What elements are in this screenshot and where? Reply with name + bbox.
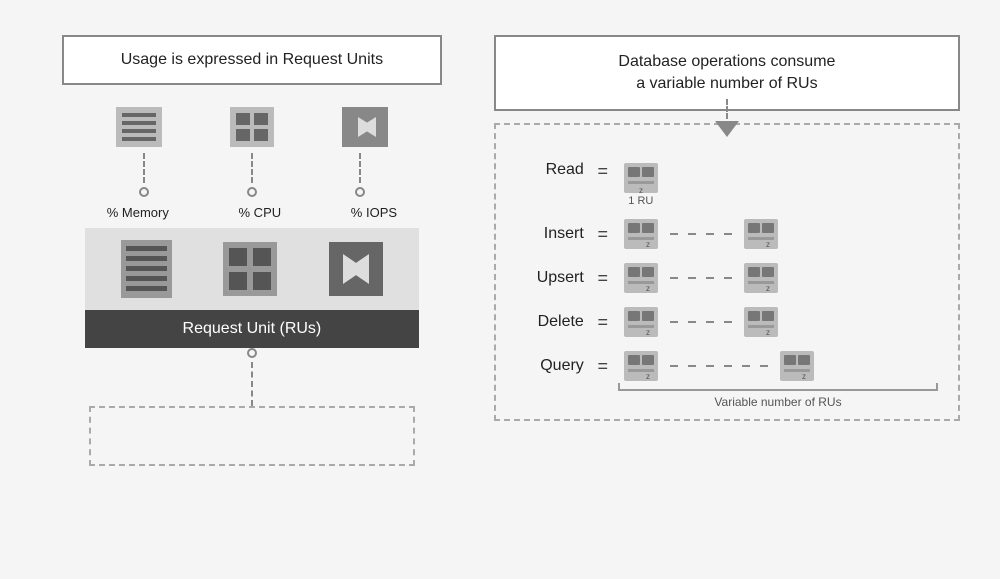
op-row-delete: Delete = z [514, 305, 940, 339]
big-cpu-icon [221, 240, 279, 298]
ru-label-text: Request Unit (RUs) [183, 320, 322, 337]
op-row-read: Read = z 1 RU [514, 161, 940, 207]
upsert-dash-line [670, 277, 732, 279]
equals-read: = [594, 161, 612, 182]
right-title-line1: Database operations consume [618, 53, 835, 70]
dashed-lines-row [62, 153, 442, 197]
variable-label-row: Variable number of RUs [514, 391, 940, 409]
ru-dashed-rect [89, 406, 416, 466]
cpu-dashed-col [247, 153, 257, 197]
op-label-upsert: Upsert [514, 269, 584, 287]
delete-doc-icon2: z [742, 305, 780, 339]
op-label-read: Read [514, 161, 584, 179]
svg-text:z: z [639, 186, 643, 195]
equals-insert: = [594, 224, 612, 245]
iops-icon [340, 105, 390, 149]
left-panel: Usage is expressed in Request Units [40, 35, 464, 545]
left-title-box: Usage is expressed in Request Units [62, 35, 442, 85]
right-panel: Database operations consume a variable n… [494, 35, 960, 545]
svg-text:z: z [766, 240, 770, 249]
op-label-delete: Delete [514, 313, 584, 331]
big-iops-icon [327, 240, 385, 298]
svg-text:z: z [646, 284, 650, 293]
equals-upsert: = [594, 268, 612, 289]
iops-label: % IOPS [351, 205, 397, 220]
iops-icon-col [340, 105, 390, 149]
equals-query: = [594, 356, 612, 377]
cpu-label: % CPU [239, 205, 282, 220]
op-label-query: Query [514, 357, 584, 375]
iops-circle-dot [355, 187, 365, 197]
query-section: Query = z [514, 349, 940, 409]
op-label-insert: Insert [514, 225, 584, 243]
svg-text:z: z [802, 372, 806, 381]
cpu-dashed-line [251, 153, 253, 183]
left-title-text: Usage is expressed in Request Units [121, 51, 383, 68]
upsert-doc-icon2: z [742, 261, 780, 295]
op-row-insert: Insert = z [514, 217, 940, 251]
cpu-icon-col [228, 105, 276, 149]
resource-icons-area: % Memory % CPU % IOPS [62, 105, 442, 466]
ru-connector-col [247, 348, 257, 406]
svg-text:z: z [766, 284, 770, 293]
insert-doc-icon1: z [622, 217, 660, 251]
read-doc-icon: z [622, 161, 660, 195]
big-memory-icon [119, 238, 174, 300]
svg-text:z: z [766, 328, 770, 337]
ru-dashed-line [251, 362, 253, 406]
svg-text:z: z [646, 328, 650, 337]
query-bracket-row [514, 383, 940, 391]
delete-doc-icon1: z [622, 305, 660, 339]
query-doc-icon2: z [778, 349, 816, 383]
mem-circle-dot [139, 187, 149, 197]
op-row-upsert: Upsert = z [514, 261, 940, 295]
ru-circle-dot [247, 348, 257, 358]
iops-dashed-line [359, 153, 361, 183]
connector-area [62, 348, 442, 466]
svg-text:z: z [646, 240, 650, 249]
one-ru-label: 1 RU [628, 195, 653, 207]
right-title-line2: a variable number of RUs [636, 75, 817, 92]
memory-icon [114, 105, 164, 149]
query-doc-icon1: z [622, 349, 660, 383]
ru-resource-box [85, 228, 419, 310]
main-container: Usage is expressed in Request Units [20, 15, 980, 565]
cpu-icon [228, 105, 276, 149]
memory-icon-col [114, 105, 164, 149]
read-doc-col: z 1 RU [622, 161, 660, 207]
delete-dash-line [670, 321, 732, 323]
equals-delete: = [594, 312, 612, 333]
variable-label: Variable number of RUs [618, 395, 938, 409]
ops-dashed-container: Read = z 1 RU Insert = [494, 123, 960, 421]
op-row-query: Query = z [514, 349, 940, 383]
dashed-vert-top [726, 99, 728, 119]
mem-dashed-col [139, 153, 149, 197]
upsert-doc-icon1: z [622, 261, 660, 295]
ru-label-bar: Request Unit (RUs) [85, 310, 419, 348]
memory-label: % Memory [107, 205, 169, 220]
mem-dashed-line [143, 153, 145, 183]
iops-dashed-col [355, 153, 365, 197]
query-bracket [618, 383, 938, 391]
insert-dash-line [670, 233, 732, 235]
query-dash-line [670, 365, 768, 367]
arrow-down-tri [715, 121, 739, 137]
svg-text:z: z [646, 372, 650, 381]
cpu-circle-dot [247, 187, 257, 197]
insert-doc-icon2: z [742, 217, 780, 251]
top-icons-row [62, 105, 442, 149]
resource-labels-row: % Memory % CPU % IOPS [62, 205, 442, 220]
